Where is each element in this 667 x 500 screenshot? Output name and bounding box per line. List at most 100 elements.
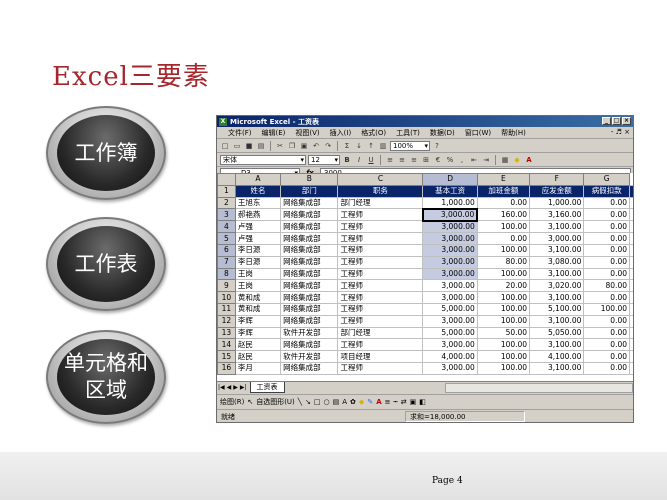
line-icon[interactable]: ╲ (298, 398, 302, 406)
cell[interactable]: 50.00 (476, 326, 531, 340)
cell[interactable]: 王旭东 (234, 196, 282, 210)
row-header[interactable]: 11 (217, 302, 236, 316)
cell[interactable]: 网络集成部 (280, 361, 339, 375)
cell[interactable]: 卢强 (234, 220, 282, 234)
row-header[interactable]: 15 (217, 350, 236, 363)
next-sheet-button[interactable]: ▶ (232, 384, 239, 391)
cell[interactable]: 李日源 (234, 243, 282, 257)
sort-desc-icon[interactable]: ↑ (366, 141, 376, 151)
currency-button[interactable]: € (433, 155, 443, 165)
column-header[interactable]: F (529, 173, 585, 186)
cell[interactable]: 0.00 (583, 220, 630, 234)
menu-format[interactable]: 格式(O) (356, 128, 391, 138)
cell[interactable]: 3,000.00 (422, 255, 478, 269)
rectangle-icon[interactable]: □ (314, 398, 321, 406)
cell[interactable]: 0.00 (583, 314, 630, 328)
cell[interactable]: 0.00 (583, 255, 630, 269)
cell[interactable]: 0.00 (583, 338, 630, 352)
cell[interactable]: 网络集成部 (280, 232, 339, 245)
cell[interactable]: 5,000.00 (422, 326, 478, 340)
help-icon[interactable]: ? (432, 141, 442, 151)
cell[interactable]: 0.00 (476, 196, 531, 210)
menu-data[interactable]: 数据(D) (425, 128, 460, 138)
open-icon[interactable]: ▭ (232, 141, 242, 151)
zoom-select[interactable]: 100% (390, 140, 430, 151)
cell[interactable]: 3,160.00 (529, 208, 585, 222)
cell[interactable]: 100.00 (583, 302, 630, 316)
cell[interactable]: 0.00 (583, 350, 630, 363)
cell[interactable]: 4,100.00 (529, 350, 585, 363)
cell[interactable]: 3,000.00 (422, 232, 478, 245)
cell[interactable]: 软件开发部 (280, 350, 339, 363)
line-style-icon[interactable]: ≡ (385, 398, 391, 406)
row-header[interactable]: 1 (217, 184, 236, 198)
wordart-icon[interactable]: A (342, 398, 347, 406)
cell[interactable]: 3,020.00 (529, 279, 585, 293)
cell[interactable]: 王岗 (234, 279, 282, 293)
align-left-icon[interactable]: ≡ (385, 155, 395, 165)
column-header[interactable]: A (234, 173, 282, 186)
column-header[interactable]: D (422, 173, 478, 186)
cell[interactable]: 0.00 (583, 232, 630, 245)
cell[interactable]: 应发金额 (529, 184, 585, 198)
cell[interactable]: 3,100.00 (529, 267, 585, 281)
cell[interactable]: 3,000.00 (422, 314, 478, 328)
cell[interactable]: 网络集成部 (280, 267, 339, 281)
minimize-button[interactable]: _ (602, 117, 611, 125)
cell[interactable]: 黄和成 (234, 291, 282, 304)
first-sheet-button[interactable]: |◀ (217, 384, 226, 391)
column-header[interactable]: B (280, 173, 339, 186)
draw-menu-button[interactable]: 绘图(R) (220, 397, 244, 407)
cell[interactable]: 100.00 (476, 361, 531, 375)
cell[interactable]: 部门经理 (337, 326, 424, 340)
merge-center-icon[interactable]: ⊞ (421, 155, 431, 165)
cell[interactable]: 3,100.00 (529, 338, 585, 352)
cell[interactable]: 工程师 (337, 208, 424, 222)
cell[interactable]: 加班金额 (476, 184, 531, 198)
comma-style-icon[interactable]: , (457, 155, 467, 165)
worksheet-grid[interactable]: A B C D E F G 1 姓名 部门 职务 基本工资 加班金额 应发金额 病假扣款 2 王旭… (217, 173, 633, 381)
cell[interactable] (629, 302, 633, 316)
font-color-icon[interactable]: A (524, 155, 534, 165)
cell[interactable]: 160.00 (476, 208, 531, 222)
3d-icon[interactable]: ◧ (419, 398, 426, 406)
cut-icon[interactable]: ✂ (275, 141, 285, 151)
cell[interactable]: 3,100.00 (529, 291, 585, 304)
row-header[interactable]: 2 (217, 196, 236, 210)
cell[interactable]: 部门经理 (337, 196, 424, 210)
cell[interactable]: 3,100.00 (529, 220, 585, 234)
cell[interactable]: 5,050.00 (529, 326, 585, 340)
cell[interactable] (629, 220, 633, 234)
underline-button[interactable]: U (366, 155, 376, 165)
select-objects-icon[interactable]: ↖ (247, 398, 253, 406)
row-header[interactable]: 10 (217, 291, 236, 304)
cell[interactable]: 100.00 (476, 267, 531, 281)
fill-color-icon[interactable]: ◆ (512, 155, 522, 165)
cell[interactable]: 0.00 (583, 291, 630, 304)
cell[interactable]: 80.00 (583, 279, 630, 293)
cell[interactable] (629, 267, 633, 281)
cell[interactable]: 职务 (337, 184, 424, 198)
row-header[interactable]: 6 (217, 243, 236, 257)
new-icon[interactable]: □ (220, 141, 230, 151)
autoshape-menu-button[interactable]: 自选图形(U) (256, 397, 295, 407)
cell[interactable]: 网络集成部 (280, 255, 339, 269)
cell[interactable]: 网络集成部 (280, 338, 339, 352)
cell[interactable]: 5,000.00 (422, 302, 478, 316)
undo-icon[interactable]: ↶ (311, 141, 321, 151)
menu-view[interactable]: 视图(V) (290, 128, 324, 138)
font-color-icon[interactable]: A (376, 398, 381, 406)
row-header[interactable]: 7 (217, 255, 236, 269)
cell[interactable]: 工程师 (337, 232, 424, 245)
cell[interactable]: 工程师 (337, 220, 424, 234)
cell[interactable]: 网络集成部 (280, 279, 339, 293)
cell[interactable]: 李辉 (234, 314, 282, 328)
cell[interactable]: 3,000.00 (422, 220, 478, 234)
row-header[interactable]: 9 (217, 279, 236, 293)
cell[interactable]: 工程师 (337, 243, 424, 257)
cell[interactable]: 0.00 (583, 361, 630, 375)
textbox-icon[interactable]: ▤ (333, 398, 340, 406)
sheet-tab[interactable]: 工资表 (249, 382, 285, 393)
cell[interactable]: 3,000.00 (422, 279, 478, 293)
cell[interactable]: 3,100.00 (529, 243, 585, 257)
